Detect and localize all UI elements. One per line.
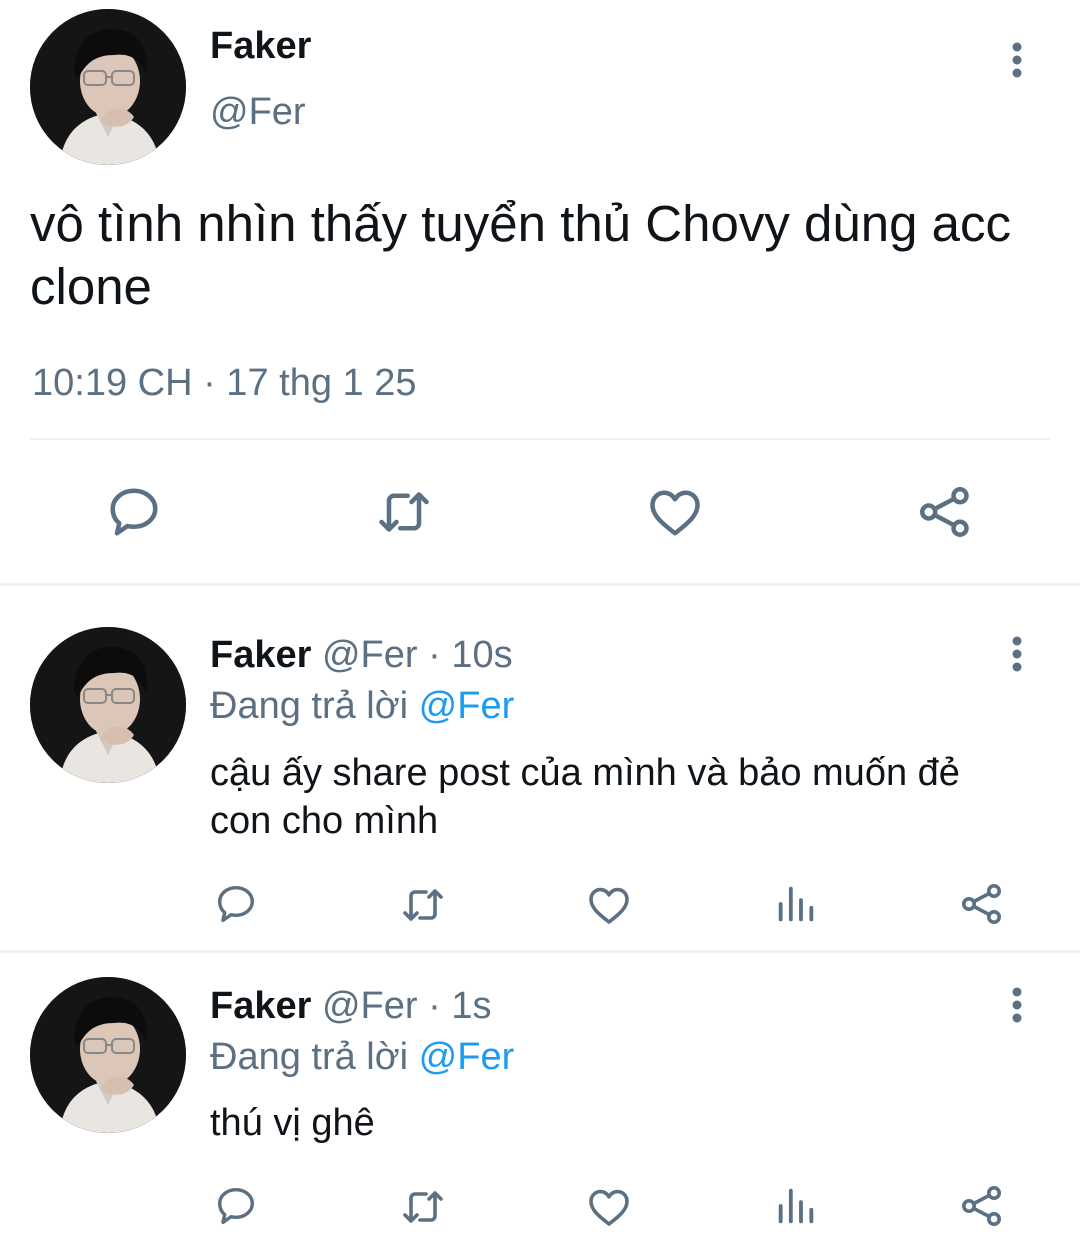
reply-icon[interactable] <box>212 881 260 927</box>
replying-to-label: Đang trả lời <box>210 685 419 727</box>
like-icon[interactable] <box>644 482 706 542</box>
replying-to: Đang trả lời @Fer <box>210 683 514 729</box>
reply-time: · 10s <box>417 634 513 676</box>
reply-text: thú vị ghê <box>210 1099 375 1147</box>
reply-time: · 1s <box>417 985 492 1027</box>
reply-text: cậu ấy share post của mình và bảo muốn đ… <box>210 749 960 845</box>
replying-to-label: Đang trả lời <box>210 1036 419 1078</box>
user-handle[interactable]: @Fer <box>322 985 418 1027</box>
avatar[interactable] <box>30 9 186 165</box>
more-options-icon[interactable] <box>1007 40 1027 80</box>
avatar[interactable] <box>30 627 186 783</box>
more-options-icon[interactable] <box>1007 634 1027 674</box>
replying-to-link[interactable]: @Fer <box>419 1036 515 1078</box>
reply-icon[interactable] <box>104 482 164 542</box>
reply-text-line: cậu ấy share post của mình và bảo muốn đ… <box>210 752 960 794</box>
tweet-timestamp[interactable]: 10:19 CH · 17 thg 1 25 <box>32 360 416 406</box>
reply-icon[interactable] <box>212 1183 260 1229</box>
user-handle[interactable]: @Fer <box>322 634 418 676</box>
user-handle[interactable]: @Fer <box>210 90 306 134</box>
share-icon[interactable] <box>957 1182 1007 1230</box>
analytics-icon[interactable] <box>773 1183 819 1229</box>
reply-header: Faker @Fer · 10s <box>210 632 513 678</box>
display-name[interactable]: Faker <box>210 985 311 1027</box>
tweet-separator <box>0 583 1080 586</box>
like-icon[interactable] <box>584 1183 634 1231</box>
analytics-icon[interactable] <box>773 881 819 927</box>
reply-text-line: con cho mình <box>210 800 439 842</box>
like-icon[interactable] <box>584 881 634 929</box>
share-icon[interactable] <box>914 482 976 542</box>
reply-header: Faker @Fer · 1s <box>210 983 491 1029</box>
retweet-icon[interactable] <box>397 881 449 929</box>
divider <box>30 438 1050 440</box>
more-options-icon[interactable] <box>1007 985 1027 1025</box>
replying-to: Đang trả lời @Fer <box>210 1034 514 1080</box>
display-name[interactable]: Faker <box>210 24 311 68</box>
retweet-icon[interactable] <box>397 1183 449 1231</box>
reply-text-line: thú vị ghê <box>210 1102 375 1144</box>
tweet-separator <box>0 950 1080 953</box>
retweet-icon[interactable] <box>373 482 435 542</box>
avatar[interactable] <box>30 977 186 1133</box>
tweet-text-line: vô tình nhìn thấy tuyển thủ Chovy dùng a… <box>30 195 1011 252</box>
replying-to-link[interactable]: @Fer <box>419 685 515 727</box>
tweet-text: vô tình nhìn thấy tuyển thủ Chovy dùng a… <box>30 192 1011 318</box>
tweet-text-line: clone <box>30 258 152 315</box>
display-name[interactable]: Faker <box>210 634 311 676</box>
share-icon[interactable] <box>957 880 1007 928</box>
